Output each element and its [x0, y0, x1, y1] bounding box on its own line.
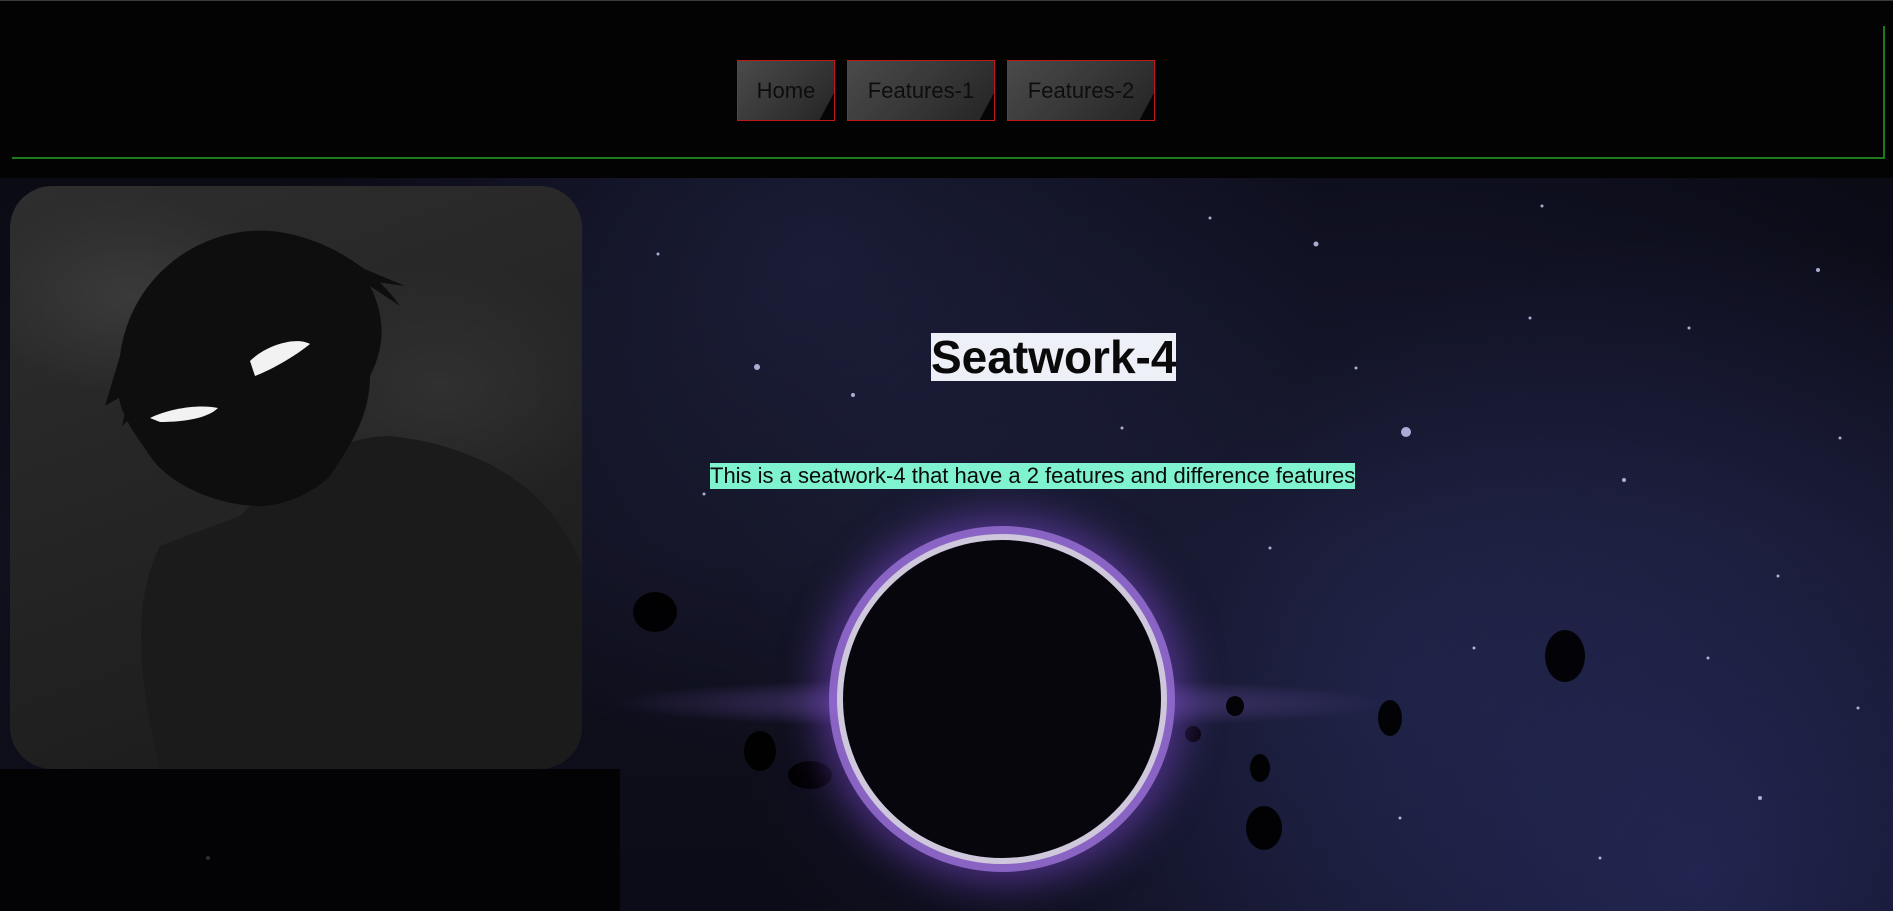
image-shadow — [0, 769, 620, 911]
page-description: This is a seatwork-4 that have a 2 featu… — [710, 463, 1356, 489]
button-corner-notch — [1139, 91, 1154, 120]
nav-bar: Home Features-1 Features-2 — [737, 60, 1155, 121]
header: Home Features-1 Features-2 — [0, 0, 1893, 160]
nav-home-button[interactable]: Home — [737, 60, 835, 121]
nav-features-2-button[interactable]: Features-2 — [1007, 60, 1155, 121]
avatar-image — [10, 186, 582, 769]
button-corner-notch — [819, 91, 834, 120]
hooded-figure-icon — [105, 230, 582, 769]
hero-section: Seatwork-4 This is a seatwork-4 that hav… — [0, 178, 1893, 911]
nav-home-label: Home — [756, 77, 816, 103]
nav-features-1-button[interactable]: Features-1 — [847, 60, 995, 121]
nav-features-1-label: Features-1 — [867, 77, 975, 103]
nav-features-2-label: Features-2 — [1027, 77, 1135, 103]
page-title: Seatwork-4 — [931, 330, 1177, 383]
black-hole-graphic — [843, 540, 1161, 858]
page: Home Features-1 Features-2 Seatwork-4 Th… — [0, 0, 1893, 911]
button-corner-notch — [979, 91, 994, 120]
header-divider — [12, 157, 1885, 159]
header-side-border — [1883, 26, 1885, 158]
